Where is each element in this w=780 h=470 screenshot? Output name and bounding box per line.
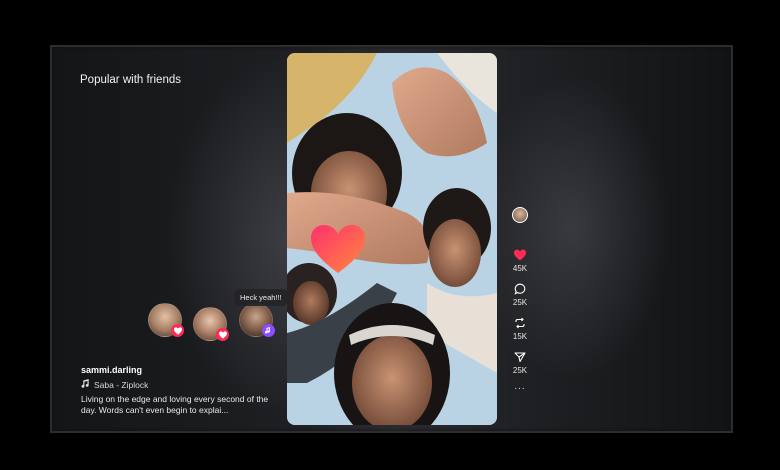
more-button[interactable]: ... [508, 381, 532, 392]
sound-row[interactable]: Saba - Ziplock [81, 379, 271, 390]
music-note-icon [81, 379, 90, 390]
share-count: 25K [512, 366, 528, 375]
tv-frame: Popular with friends Heck yeah!!! sammi.… [50, 45, 733, 433]
comment-button[interactable]: 25K [508, 283, 532, 307]
friend-avatar[interactable] [239, 303, 275, 337]
post-description: Living on the edge and loving every seco… [81, 394, 269, 415]
comment-count: 25K [512, 298, 528, 307]
friend-avatar[interactable] [148, 303, 184, 337]
repost-button[interactable]: 15K [508, 317, 532, 341]
creator-avatar-item[interactable] [508, 207, 532, 239]
comment-icon [514, 283, 526, 295]
repost-count: 15K [512, 332, 528, 341]
creator-avatar[interactable] [512, 207, 528, 223]
like-button[interactable]: 45K [508, 249, 532, 273]
floating-heart-icon [311, 225, 365, 273]
friends-reactions [148, 301, 278, 345]
reaction-bubble: Heck yeah!!! [234, 289, 288, 306]
action-rail: 45K 25K 15K 25K ... [508, 207, 532, 402]
heart-icon [514, 249, 526, 261]
share-button[interactable]: 25K [508, 351, 532, 375]
heart-icon [171, 324, 184, 337]
music-icon [262, 324, 275, 337]
video-player[interactable] [287, 53, 497, 425]
share-icon [514, 352, 526, 363]
post-meta: sammi.darling Saba - Ziplock Living on t… [81, 365, 271, 416]
like-count: 45K [512, 264, 528, 273]
more-icon: ... [514, 381, 526, 392]
heart-icon [216, 328, 229, 341]
section-title: Popular with friends [80, 74, 181, 86]
username[interactable]: sammi.darling [81, 365, 271, 375]
sound-name: Saba - Ziplock [94, 379, 149, 390]
friend-avatar[interactable] [193, 307, 229, 341]
repost-icon [515, 317, 525, 329]
